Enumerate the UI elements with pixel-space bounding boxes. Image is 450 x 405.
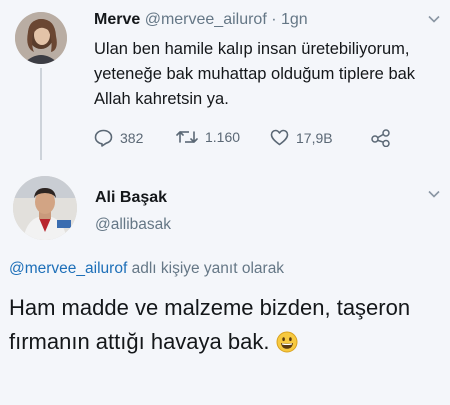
grinning-face-icon bbox=[276, 329, 298, 363]
mention-link[interactable]: @mervee_ailurof bbox=[9, 260, 127, 277]
original-tweet[interactable]: Merve @mervee_ailurof · 1gn Ulan ben ham… bbox=[0, 0, 450, 160]
reply-icon bbox=[94, 129, 113, 147]
thread-line bbox=[40, 68, 42, 160]
tweet-text: Ham madde ve malzeme bizden, taşeron fır… bbox=[9, 291, 439, 363]
tweet-body: Ham madde ve malzeme bizden, taşeron fır… bbox=[9, 295, 411, 354]
avatar-merve[interactable] bbox=[15, 12, 67, 64]
like-button[interactable]: 17,9B bbox=[270, 129, 333, 146]
share-icon bbox=[371, 129, 390, 147]
display-name[interactable]: Ali Başak bbox=[95, 189, 167, 207]
tweet-header: Merve @mervee_ailurof · 1gn bbox=[94, 11, 308, 29]
avatar-ali[interactable] bbox=[13, 176, 77, 240]
reply-context: @mervee_ailurof adlı kişiye yanıt olarak bbox=[9, 260, 284, 278]
timestamp[interactable]: · 1gn bbox=[271, 11, 307, 28]
heart-icon bbox=[270, 129, 289, 146]
reply-tweet[interactable]: Ali Başak @allibasak @mervee_ailurof adl… bbox=[0, 165, 450, 405]
reply-count: 382 bbox=[120, 130, 144, 146]
reply-context-text: adlı kişiye yanıt olarak bbox=[127, 260, 285, 277]
profile-photo bbox=[13, 176, 77, 240]
chevron-down-icon[interactable] bbox=[428, 189, 440, 201]
like-count: 17,9B bbox=[296, 129, 333, 146]
retweet-icon bbox=[176, 131, 198, 143]
reply-button[interactable]: 382 bbox=[94, 129, 143, 147]
display-name[interactable]: Merve bbox=[94, 11, 140, 28]
retweet-count: 1.160 bbox=[205, 129, 241, 145]
share-button[interactable] bbox=[370, 129, 392, 147]
username[interactable]: @allibasak bbox=[95, 216, 171, 234]
profile-photo bbox=[15, 12, 67, 64]
chevron-down-icon[interactable] bbox=[428, 14, 440, 26]
tweet-text: Ulan ben hamile kalıp insan üretebiliyor… bbox=[94, 40, 416, 108]
retweet-button[interactable]: 1.160 bbox=[176, 129, 240, 145]
action-bar: 382 1.160 17,9B bbox=[94, 129, 434, 149]
username[interactable]: @mervee_ailurof bbox=[145, 11, 267, 28]
